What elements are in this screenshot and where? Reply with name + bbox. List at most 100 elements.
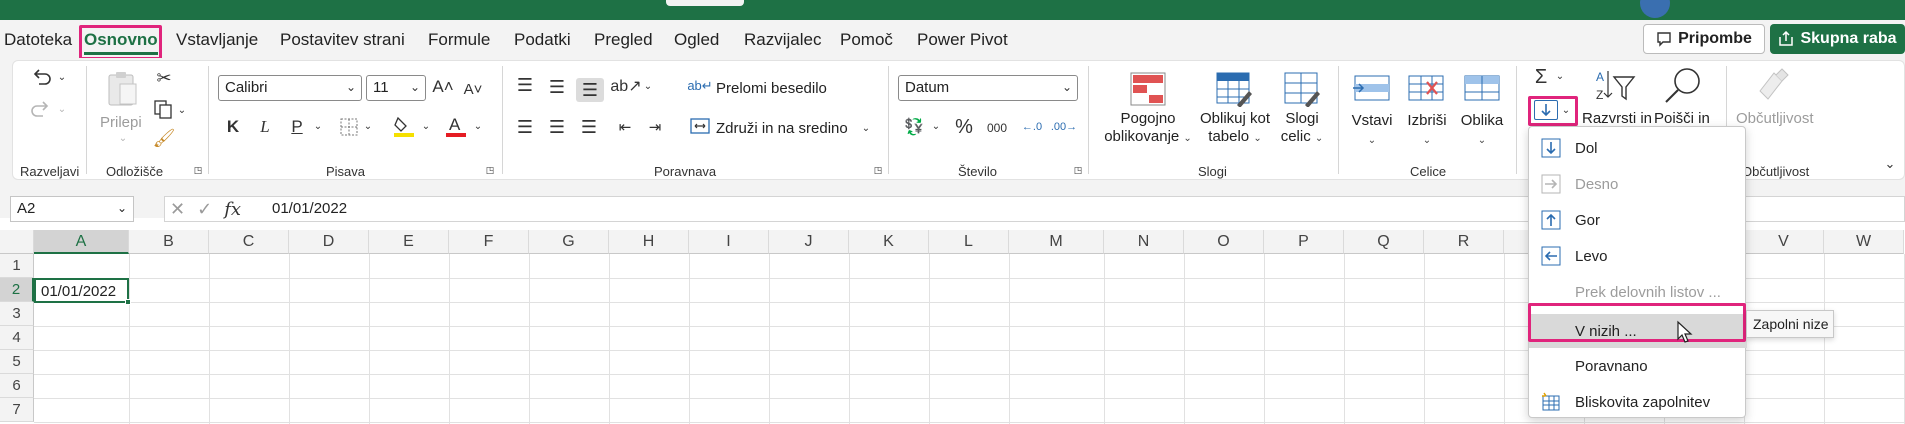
align-top-icon[interactable]: ☰ [514,74,536,96]
tab-developer[interactable]: Razvijalec [744,30,821,50]
format-painter-icon[interactable]: 🖌 [153,128,176,148]
column-header-j[interactable]: J [769,230,849,254]
column-header-w[interactable]: W [1824,230,1904,254]
delete-cells-label[interactable]: Izbriši ⌄ [1402,112,1452,150]
menu-item-justify[interactable]: Poravnano [1529,349,1747,383]
column-header-l[interactable]: L [929,230,1009,254]
column-header-k[interactable]: K [849,230,929,254]
column-header-c[interactable]: C [209,230,289,254]
font-size-select[interactable]: 11 ⌄ [366,75,426,101]
find-select-icon[interactable] [1662,66,1704,106]
select-all-corner[interactable] [0,230,34,254]
tab-help[interactable]: Pomoč [840,30,893,50]
column-header-d[interactable]: D [289,230,369,254]
merge-center-button[interactable]: Združi in na sredino [716,120,848,137]
increase-decimal-icon[interactable]: ←.0 [1020,116,1044,138]
number-launcher-icon[interactable]: ◳ [1072,164,1084,176]
wrap-text-button[interactable]: Prelomi besedilo [716,80,827,97]
tab-home[interactable]: Osnovno [84,30,158,55]
tab-file[interactable]: Datoteka [4,30,72,50]
copy-icon[interactable] [152,98,174,120]
thousands-separator-icon[interactable]: 000 [984,118,1010,138]
increase-font-icon[interactable]: A˄ [432,76,454,98]
name-box[interactable]: A2 ⌄ [10,196,134,222]
merge-dropdown-icon[interactable]: ⌄ [860,122,872,134]
align-middle-icon[interactable]: ☰ [546,76,568,98]
insert-cells-icon[interactable] [1352,70,1392,106]
sort-filter-label[interactable]: Razvrsti in [1582,110,1652,127]
share-button[interactable]: Skupna raba [1770,24,1905,54]
row-header-5[interactable]: 5 [0,350,34,374]
column-header-f[interactable]: F [449,230,529,254]
column-header-v[interactable]: V [1744,230,1824,254]
align-center-icon[interactable]: ☰ [546,116,568,138]
fill-color-icon[interactable] [392,114,416,138]
number-format-select[interactable]: Datum ⌄ [898,75,1078,101]
avatar[interactable] [1640,0,1670,18]
font-color-icon[interactable]: A [444,114,468,138]
column-header-i[interactable]: I [689,230,769,254]
borders-icon[interactable] [338,116,360,138]
tab-review[interactable]: Pregled [594,30,653,50]
column-header-h[interactable]: H [609,230,689,254]
paste-icon[interactable] [104,68,140,110]
tab-view[interactable]: Ogled [674,30,719,50]
format-cells-icon[interactable] [1462,70,1502,106]
confirm-icon[interactable]: ✓ [197,199,212,220]
column-header-b[interactable]: B [129,230,209,254]
menu-item-down[interactable]: Dol [1529,131,1747,165]
autosum-dropdown-icon[interactable]: ⌄ [1554,70,1566,82]
orientation-icon[interactable]: ab↗ [610,74,641,98]
search-box[interactable] [666,0,744,6]
redo-icon[interactable] [28,98,54,122]
alignment-launcher-icon[interactable]: ◳ [872,164,884,176]
column-header-g[interactable]: G [529,230,609,254]
row-header-6[interactable]: 6 [0,374,34,398]
menu-item-left[interactable]: Levo [1529,239,1747,273]
font-launcher-icon[interactable]: ◳ [484,164,496,176]
borders-dropdown-icon[interactable]: ⌄ [362,120,374,132]
wrap-text-icon[interactable]: ab↵ [687,76,712,96]
column-header-n[interactable]: N [1104,230,1184,254]
increase-indent-icon[interactable]: ⇥ [644,116,666,138]
undo-icon[interactable] [28,66,54,90]
conditional-formatting-icon[interactable] [1128,70,1168,108]
accounting-format-icon[interactable]: 💱 [902,116,926,138]
autosum-icon[interactable]: Σ [1530,66,1552,88]
cell-styles-icon[interactable] [1282,70,1322,108]
tab-formulas[interactable]: Formule [428,30,490,50]
cut-icon[interactable]: ✂ [154,68,174,88]
column-header-e[interactable]: E [369,230,449,254]
menu-item-flash-fill[interactable]: Bliskovita zapolnitev [1529,385,1747,419]
tab-insert[interactable]: Vstavljanje [176,30,258,50]
paste-label[interactable]: Prilepi [100,114,142,131]
column-header-m[interactable]: M [1009,230,1104,254]
merge-center-icon[interactable] [690,116,710,136]
decrease-font-icon[interactable]: A˅ [462,78,484,100]
format-as-table-icon[interactable] [1214,70,1254,108]
redo-dropdown-icon[interactable]: ⌄ [56,102,68,116]
row-header-2[interactable]: 2 [0,278,34,302]
tab-page-layout[interactable]: Postavitev strani [280,30,405,50]
paste-dropdown-icon[interactable]: ⌄ [117,132,129,144]
underline-icon[interactable]: P [288,116,306,138]
italic-icon[interactable]: L [256,116,274,138]
comments-button[interactable]: Pripombe [1643,24,1765,54]
column-header-a[interactable]: A [34,230,129,254]
sort-filter-icon[interactable]: AZ [1594,66,1636,106]
sensitivity-icon[interactable] [1752,66,1792,104]
menu-item-series[interactable]: V nizih ... [1529,314,1747,348]
align-bottom-icon[interactable]: ☰ [576,78,604,102]
copy-dropdown-icon[interactable]: ⌄ [176,104,188,116]
fill-dropdown-icon[interactable]: ⌄ [1560,104,1572,116]
fill-handle[interactable] [125,299,131,305]
fill-color-dropdown-icon[interactable]: ⌄ [420,120,432,132]
ribbon-collapse-icon[interactable]: ⌄ [1882,156,1898,172]
row-header-4[interactable]: 4 [0,326,34,350]
cell-styles-label[interactable]: Slogi celic ⌄ [1278,110,1326,148]
align-right-icon[interactable]: ☰ [578,116,600,138]
column-header-o[interactable]: O [1184,230,1264,254]
conditional-formatting-label[interactable]: Pogojno oblikovanje ⌄ [1096,110,1200,148]
fill-icon[interactable] [1534,100,1558,120]
sensitivity-button[interactable]: Občutljivost [1736,110,1814,127]
